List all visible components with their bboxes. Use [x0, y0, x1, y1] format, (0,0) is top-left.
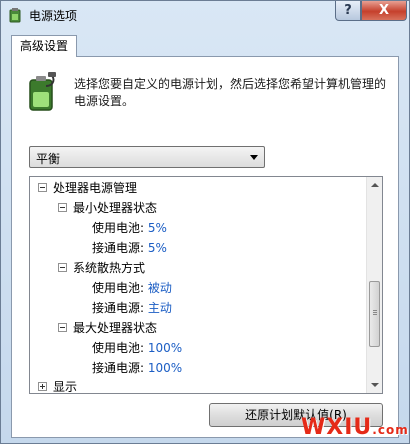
setting-value[interactable]: 5%: [148, 221, 167, 235]
power-options-window: 电源选项 ? X 高级设置 选择您要自定义的电源计划，然后选择您希望计算机管理的…: [0, 0, 410, 444]
grip-icon: [373, 310, 377, 311]
tree-node-max-processor-state[interactable]: 最大处理器状态: [58, 319, 157, 337]
collapse-icon[interactable]: [58, 263, 67, 272]
window-title: 电源选项: [29, 9, 78, 23]
setting-value[interactable]: 100%: [148, 361, 182, 375]
setting-value[interactable]: 100%: [148, 341, 182, 355]
expand-icon[interactable]: [38, 382, 47, 391]
help-button[interactable]: ?: [335, 1, 361, 21]
title-bar[interactable]: 电源选项 ? X: [1, 1, 409, 29]
collapse-icon[interactable]: [38, 183, 47, 192]
dropdown-arrow-icon: [250, 155, 258, 160]
tree-setting-cooling-plugged[interactable]: 接通电源: 主动: [92, 299, 172, 317]
setting-value[interactable]: 5%: [148, 241, 167, 255]
tree-setting-min-plugged[interactable]: 接通电源: 5%: [92, 239, 167, 257]
power-plan-value: 平衡: [36, 152, 61, 166]
settings-tree[interactable]: 处理器电源管理 最小处理器状态 使用电池: 5% 接通电源: 5% 系统散热方式…: [29, 176, 383, 394]
tree-node-min-processor-state[interactable]: 最小处理器状态: [58, 199, 157, 217]
tree-setting-max-battery[interactable]: 使用电池: 100%: [92, 339, 182, 357]
battery-icon: [29, 72, 56, 111]
setting-value[interactable]: 被动: [148, 281, 172, 295]
watermark-logo: WXIU.com: [301, 415, 409, 440]
power-plan-select[interactable]: 平衡: [29, 146, 265, 168]
scroll-down-arrow-icon[interactable]: [371, 383, 379, 387]
vertical-scrollbar[interactable]: [366, 177, 382, 393]
tab-advanced-settings[interactable]: 高级设置: [11, 35, 77, 57]
tree-node-processor-power[interactable]: 处理器电源管理: [38, 179, 137, 197]
scrollbar-thumb[interactable]: [369, 281, 380, 347]
setting-value[interactable]: 主动: [148, 301, 172, 315]
collapse-icon[interactable]: [58, 323, 67, 332]
collapse-icon[interactable]: [58, 203, 67, 212]
description-text: 选择您要自定义的电源计划，然后选择您希望计算机管理的电源设置。: [74, 77, 387, 108]
scroll-up-arrow-icon[interactable]: [371, 183, 379, 187]
tree-node-display[interactable]: 显示: [38, 378, 77, 393]
tree-setting-cooling-battery[interactable]: 使用电池: 被动: [92, 279, 172, 297]
tree-setting-max-plugged[interactable]: 接通电源: 100%: [92, 359, 182, 377]
tree-setting-min-battery[interactable]: 使用电池: 5%: [92, 219, 167, 237]
tree-node-cooling-policy[interactable]: 系统散热方式: [58, 259, 145, 277]
close-button[interactable]: X: [361, 1, 407, 21]
power-options-icon: [9, 8, 21, 23]
